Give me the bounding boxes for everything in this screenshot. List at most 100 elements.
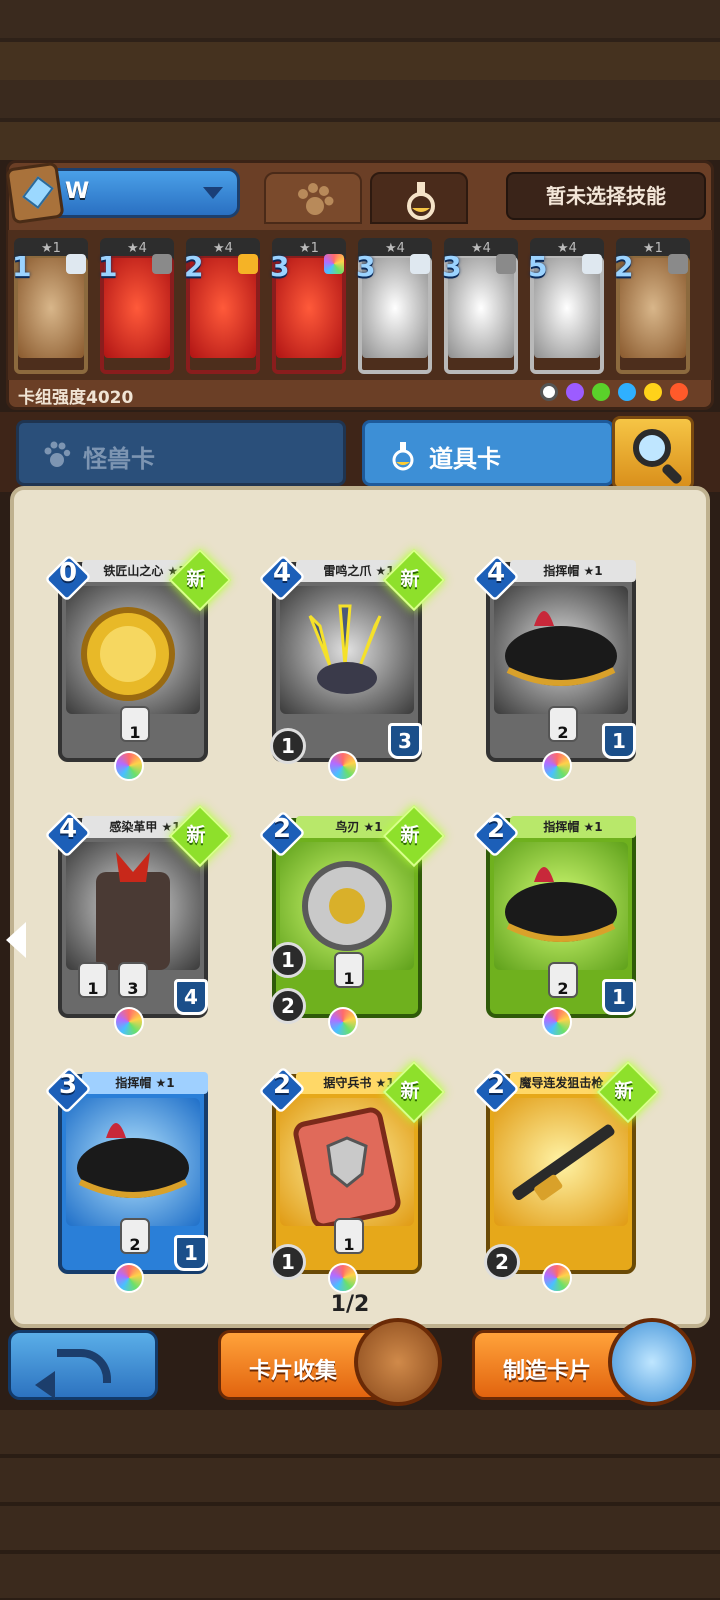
card-stat-right: 1: [602, 979, 636, 1015]
card-stat-right: 1: [602, 723, 636, 759]
card-cost: 4: [486, 558, 506, 588]
rarity-gem-icon: [496, 254, 516, 274]
card-name: 指挥帽 ★1: [82, 1072, 208, 1094]
card-stat-right: 1: [174, 1235, 208, 1271]
card-stat: 1: [78, 962, 108, 998]
back-button[interactable]: [8, 1330, 158, 1400]
card-stat: 1: [334, 1218, 364, 1254]
tab-item-label: 道具卡: [429, 445, 501, 473]
card-pack-icon[interactable]: [354, 1318, 442, 1406]
flask-icon: [392, 442, 414, 471]
card-stat-left: 2: [484, 1244, 520, 1280]
tab-monster-skills[interactable]: [264, 172, 362, 224]
card-art: [494, 842, 628, 970]
card-cost: 2: [486, 1070, 506, 1100]
deck-card[interactable]: ★1 2: [614, 238, 690, 378]
paw-icon: [44, 441, 71, 467]
element-green-icon: [592, 383, 610, 401]
deck-card[interactable]: ★4 5: [528, 238, 604, 378]
deck-selector[interactable]: W: [5, 161, 240, 225]
card-collection-label: 卡片收集: [249, 1359, 338, 1384]
flask-icon: [407, 182, 435, 220]
claw-icon: [308, 604, 382, 694]
new-label: 新: [400, 1080, 420, 1102]
wood-background-top: [0, 0, 720, 160]
deck-card[interactable]: ★4 1: [98, 238, 174, 378]
craft-card-label: 制造卡片: [503, 1359, 592, 1384]
commander-hat-icon: [77, 1123, 189, 1198]
prev-page-arrow-icon[interactable]: [6, 922, 26, 958]
collection-card[interactable]: 指挥帽 ★1 2 1 4: [472, 554, 646, 781]
deck-card[interactable]: ★4 3: [442, 238, 518, 378]
new-label: 新: [400, 824, 420, 846]
search-icon-handle: [660, 462, 684, 486]
rarity-gem-icon: [66, 254, 86, 274]
tab-monster-label: 怪兽卡: [83, 445, 155, 473]
commander-hat-icon: [505, 867, 617, 942]
card-cost: 0: [58, 558, 78, 588]
commander-hat-icon: [505, 611, 617, 686]
card-cost: 3: [442, 250, 462, 283]
card-stat: 3: [118, 962, 148, 998]
new-label: 新: [186, 824, 206, 846]
tab-item-skills[interactable]: [370, 172, 468, 224]
card-stat: 2: [548, 962, 578, 998]
collection-card[interactable]: 指挥帽 ★1 2 1 2: [472, 810, 646, 1037]
card-cost: 3: [356, 250, 376, 283]
collection-card[interactable]: 魔导连发狙击枪 ★1 2 2 新: [472, 1060, 660, 1293]
deck-card[interactable]: ★4 2: [184, 238, 260, 378]
card-art: [280, 1098, 414, 1229]
card-cost: 2: [614, 250, 634, 283]
wood-background-bottom: [0, 1410, 720, 1600]
deck-power: 卡组强度4020: [18, 388, 134, 408]
war-book-icon: [293, 1107, 401, 1229]
card-cost: 3: [270, 250, 290, 283]
rarity-gem-icon: [668, 254, 688, 274]
card-art: [494, 586, 628, 714]
leather-armor-icon: [96, 852, 170, 970]
rarity-gem-icon: [410, 254, 430, 274]
deck-book-icon: [5, 161, 65, 225]
deck-card[interactable]: ★1 3: [270, 238, 346, 378]
card-cost: 3: [58, 1070, 78, 1100]
collection-card[interactable]: 据守兵书 ★1 1 1 2 新: [258, 1060, 446, 1293]
chevron-down-icon: [203, 187, 223, 199]
element-icons: [540, 383, 690, 403]
collection-card[interactable]: 鸟刃 ★1 1 2 1 2 新: [258, 804, 446, 1037]
card-stat: 2: [120, 1218, 150, 1254]
new-label: 新: [400, 568, 420, 590]
deck-card[interactable]: ★4 3: [356, 238, 432, 378]
collection-card[interactable]: 铁匠山之心 ★1 1 0 新: [44, 548, 232, 781]
skill-selector[interactable]: 暂未选择技能: [506, 172, 706, 220]
card-art: [66, 586, 200, 714]
card-cost: 4: [272, 558, 292, 588]
element-yellow-icon: [644, 383, 662, 401]
card-stat: 1: [334, 952, 364, 988]
card-cost: 1: [12, 250, 32, 283]
tab-monster-cards[interactable]: 怪兽卡: [16, 420, 346, 486]
deck-card[interactable]: ★1 1: [12, 238, 88, 378]
collection-card[interactable]: 雷鸣之爪 ★1 1 3 4 新: [258, 548, 446, 781]
card-stat-right: 4: [174, 979, 208, 1015]
element-purple-icon: [566, 383, 584, 401]
sniper-rifle-icon: [512, 1124, 615, 1201]
new-label: 新: [186, 568, 206, 590]
search-icon: [633, 429, 671, 467]
element-rainbow-icon: [328, 1263, 358, 1293]
card-stat-left: 1: [270, 942, 306, 978]
card-stat-left: 1: [270, 1244, 306, 1280]
search-button[interactable]: [612, 416, 694, 490]
tab-item-cards[interactable]: 道具卡: [362, 420, 614, 486]
card-cost: 1: [98, 250, 118, 283]
element-rainbow-icon: [114, 1007, 144, 1037]
card-stat: 2: [548, 706, 578, 742]
element-rainbow-icon: [328, 1007, 358, 1037]
back-arrow-icon: [35, 1349, 111, 1399]
element-rainbow-icon: [328, 751, 358, 781]
card-art: [66, 1098, 200, 1226]
collection-card[interactable]: 感染革甲 ★1 1 3 4 4 新: [44, 804, 232, 1037]
card-cost: 2: [184, 250, 204, 283]
paw-jar-icon[interactable]: [608, 1318, 696, 1406]
collection-card[interactable]: 指挥帽 ★1 2 1 3: [44, 1066, 218, 1293]
rarity-gem-icon: [324, 254, 344, 274]
